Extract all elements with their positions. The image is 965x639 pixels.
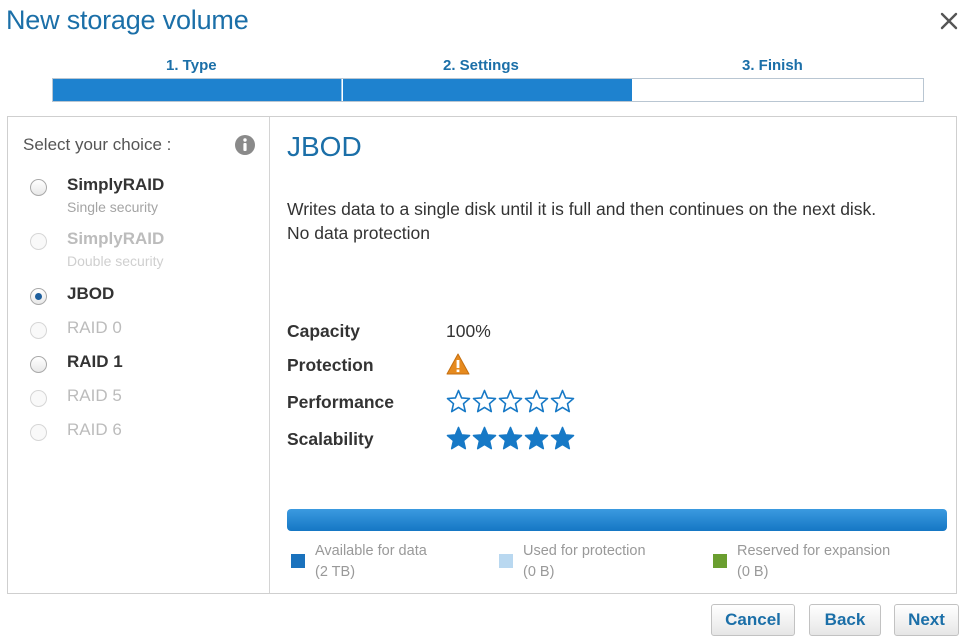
step-finish-label: 3. Finish [742,57,803,74]
capacity-value: 100% [446,321,491,341]
radio-button[interactable] [30,179,47,196]
radio-button-selected[interactable] [30,288,47,305]
option-label: SimplyRAID [67,175,165,194]
option-label: RAID 6 [67,420,122,439]
option-label: RAID 0 [67,318,122,337]
legend-swatch-available [291,554,305,568]
legend-value-available: (2 TB) [315,564,356,580]
close-icon[interactable] [936,8,962,34]
protection-label: Protection [287,355,374,375]
legend-value-protection: (0 B) [523,564,555,580]
radio-button [30,424,47,441]
legend-label-available: Available for data [315,543,427,559]
star-filled-icon [498,426,523,450]
raid-description: Writes data to a single disk until it is… [287,197,957,245]
select-choice-label: Select your choice : [23,135,172,154]
back-button[interactable]: Back [809,604,881,636]
performance-label: Performance [287,392,394,412]
star-filled-icon [550,426,575,450]
step-settings-label: 2. Settings [443,57,519,74]
radio-button [30,390,47,407]
option-sublabel: Double security [67,253,164,269]
star-outline-icon [550,389,575,413]
legend-swatch-protection [499,554,513,568]
cancel-button[interactable]: Cancel [711,604,795,636]
raid-detail-pane: JBOD Writes data to a single disk until … [271,117,957,593]
performance-rating [446,389,575,414]
star-filled-icon [524,426,549,450]
progress-segment-type [53,79,342,101]
step-type-label: 1. Type [166,57,217,74]
star-outline-icon [524,389,549,413]
option-label: RAID 5 [67,386,122,405]
option-sublabel: Single security [67,199,159,215]
progress-segment-settings [343,79,632,101]
star-filled-icon [446,426,471,450]
protection-note: No data protection [287,223,431,243]
raid-type-sidebar: Select your choice : SimplyRAID Single s… [8,117,270,593]
star-outline-icon [498,389,523,413]
raid-type-heading: JBOD [287,131,362,162]
legend-label-expansion: Reserved for expansion [737,543,891,559]
capacity-label: Capacity [287,321,360,341]
star-outline-icon [472,389,497,413]
star-filled-icon [472,426,497,450]
option-label: RAID 1 [67,352,123,371]
option-label: JBOD [67,284,115,303]
description-text: Writes data to a single disk until it is… [287,199,877,219]
info-icon[interactable] [234,134,256,156]
legend-label-protection: Used for protection [523,543,646,559]
option-label: SimplyRAID [67,229,165,248]
scalability-rating [446,426,575,451]
dialog-title: New storage volume [6,5,249,35]
warning-icon [446,353,470,375]
volume-panel: Select your choice : SimplyRAID Single s… [7,116,957,594]
next-button[interactable]: Next [894,604,959,636]
radio-button[interactable] [30,356,47,373]
wizard-progress-bar [52,78,924,102]
legend-swatch-expansion [713,554,727,568]
capacity-usage-bar [287,509,947,531]
radio-button [30,322,47,339]
scalability-label: Scalability [287,429,374,449]
legend-value-expansion: (0 B) [737,564,769,580]
star-outline-icon [446,389,471,413]
radio-button [30,233,47,250]
